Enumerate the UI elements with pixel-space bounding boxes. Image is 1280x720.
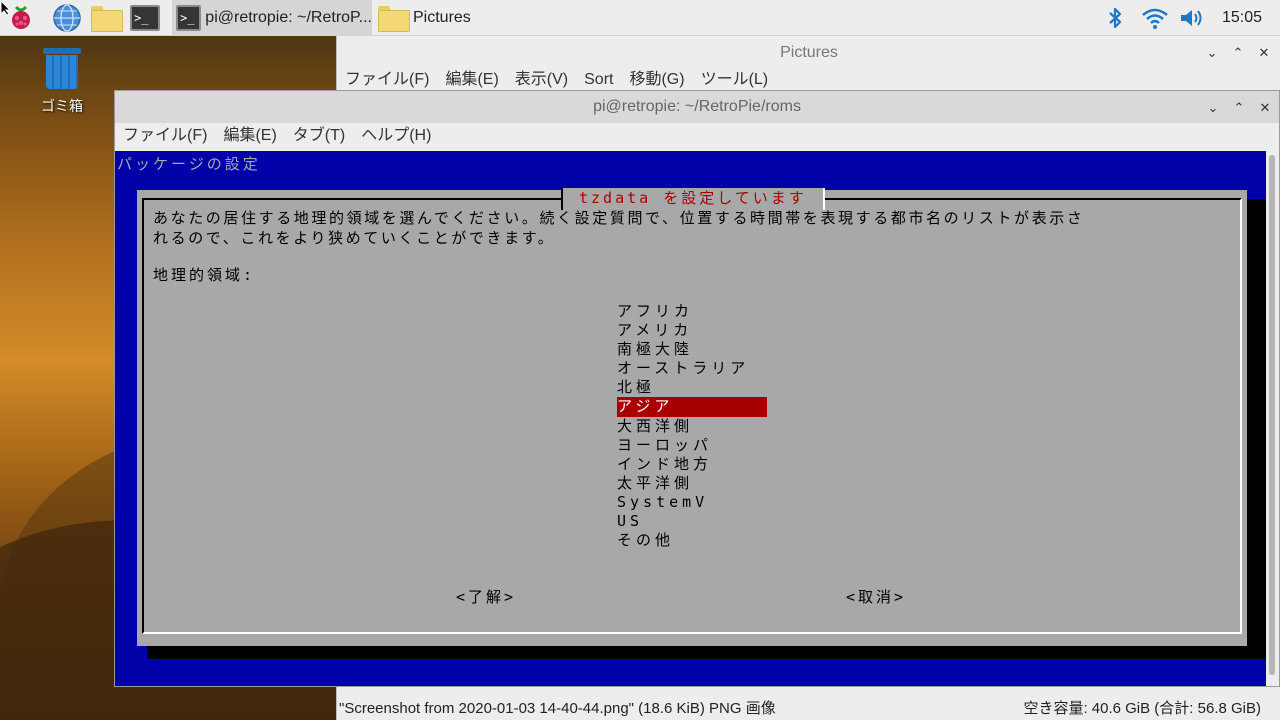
- dialog-title: tzdata を設定しています: [561, 188, 825, 210]
- wifi-icon: [1142, 8, 1168, 29]
- region-option[interactable]: アメリカ: [617, 321, 767, 340]
- close-icon[interactable]: ✕: [1258, 46, 1270, 61]
- terminal-icon: >_: [176, 5, 202, 31]
- region-option[interactable]: US: [617, 512, 767, 531]
- close-icon[interactable]: ✕: [1259, 101, 1271, 116]
- region-option[interactable]: 大西洋側: [617, 417, 767, 436]
- maximize-icon[interactable]: ⌃: [1233, 101, 1245, 116]
- menu-tabs[interactable]: タブ(T): [285, 123, 353, 149]
- web-browser-button[interactable]: [50, 3, 84, 33]
- terminal-window: pi@retropie: ~/RetroPie/roms ⌄ ⌃ ✕ ファイル(…: [114, 90, 1280, 687]
- task-label: pi@retropie: ~/RetroP...: [205, 9, 372, 26]
- clock: 15:05: [1221, 9, 1262, 26]
- description-line: れるので、これをより狭めていくことができます。: [153, 229, 556, 247]
- terminal-icon: >_: [130, 5, 160, 31]
- dialog-prompt: 地理的領域:: [153, 266, 256, 284]
- status-file-info: "Screenshot from 2020-01-03 14-40-44.png…: [339, 699, 776, 717]
- description-line: あなたの居住する地理的領域を選んでください。続く設定質問で、位置する時間帯を表現…: [153, 209, 1085, 227]
- trash-label: ゴミ箱: [41, 99, 83, 115]
- raspberry-icon: [12, 5, 30, 29]
- globe-icon: [53, 4, 81, 32]
- menu-file[interactable]: ファイル(F): [115, 123, 215, 149]
- region-option[interactable]: ヨーロッパ: [617, 436, 767, 455]
- minimize-icon[interactable]: ⌄: [1207, 101, 1219, 116]
- trash-icon: [43, 48, 81, 90]
- terminal-menubar: ファイル(F) 編集(E) タブ(T) ヘルプ(H): [115, 123, 439, 149]
- region-option[interactable]: オーストラリア: [617, 359, 767, 378]
- terminal-launcher-button[interactable]: >_: [128, 3, 162, 33]
- folder-icon: [378, 6, 410, 32]
- ok-button[interactable]: <了解>: [456, 586, 516, 607]
- speaker-icon: [1181, 10, 1202, 26]
- region-list[interactable]: アフリカ アメリカ 南極大陸 オーストラリア 北極 アジア 大西洋側 ヨーロッパ…: [617, 302, 767, 550]
- trash-desktop-icon[interactable]: ゴミ箱: [30, 48, 94, 116]
- tzdata-dialog: tzdata を設定しています あなたの居住する地理的領域を選んでください。続く…: [137, 188, 1247, 646]
- terminal-screen[interactable]: パッケージの設定 tzdata を設定しています あなたの居住する地理的領域を選…: [115, 151, 1266, 686]
- region-option[interactable]: 北極: [617, 378, 767, 397]
- region-option[interactable]: その他: [617, 531, 767, 550]
- terminal-scrollbar[interactable]: [1266, 151, 1279, 686]
- region-option[interactable]: アフリカ: [617, 302, 767, 321]
- top-panel: >_ >_ pi@retropie: ~/RetroP... Pictures …: [0, 0, 1280, 36]
- bluetooth-icon: [1109, 7, 1122, 29]
- minimize-icon[interactable]: ⌄: [1206, 46, 1218, 61]
- region-option-selected[interactable]: アジア: [617, 397, 767, 417]
- window-controls: ⌄ ⌃ ✕: [1207, 91, 1271, 125]
- folder-icon: [91, 6, 123, 32]
- region-option[interactable]: 南極大陸: [617, 340, 767, 359]
- status-free-space: 空き容量: 40.6 GiB (合計: 56.8 GiB): [1023, 699, 1261, 717]
- cancel-button[interactable]: <取消>: [846, 586, 906, 607]
- region-option[interactable]: 太平洋側: [617, 474, 767, 493]
- menu-edit[interactable]: 編集(E): [215, 123, 284, 149]
- window-controls: ⌄ ⌃ ✕: [1206, 36, 1270, 70]
- wifi-button[interactable]: [1138, 3, 1172, 33]
- region-option[interactable]: SystemV: [617, 493, 767, 512]
- mouse-cursor-icon: [0, 0, 10, 16]
- window-title: pi@retropie: ~/RetroPie/roms: [115, 91, 1279, 123]
- file-manager-button[interactable]: [89, 3, 123, 33]
- maximize-icon[interactable]: ⌃: [1232, 46, 1244, 61]
- scrollbar-thumb[interactable]: [1269, 155, 1275, 675]
- backtitle: パッケージの設定: [117, 155, 261, 173]
- region-option[interactable]: インド地方: [617, 455, 767, 474]
- window-title: Pictures: [780, 44, 838, 61]
- status-bar: "Screenshot from 2020-01-03 14-40-44.png…: [337, 694, 1280, 720]
- taskbar-terminal-task[interactable]: >_ pi@retropie: ~/RetroP...: [172, 0, 372, 36]
- taskbar-pictures-task[interactable]: Pictures: [374, 0, 574, 36]
- bluetooth-button[interactable]: [1100, 3, 1130, 33]
- menu-help[interactable]: ヘルプ(H): [353, 123, 439, 149]
- dialog-description: あなたの居住する地理的領域を選んでください。続く設定質問で、位置する時間帯を表現…: [153, 208, 1223, 248]
- task-label: Pictures: [413, 9, 471, 26]
- volume-button[interactable]: [1176, 3, 1208, 33]
